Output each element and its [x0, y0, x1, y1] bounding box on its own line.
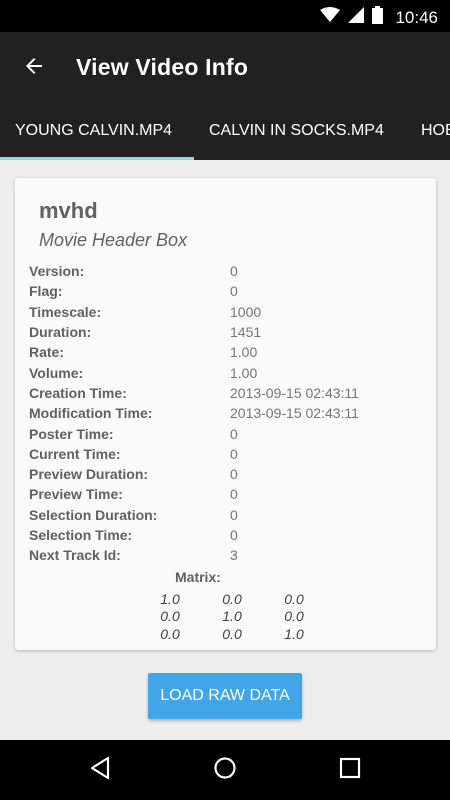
field-label: Preview Duration:	[29, 466, 149, 483]
field-row-current-time: Current Time: 0	[29, 444, 429, 464]
recents-square-icon	[339, 757, 361, 784]
field-label: Preview Time:	[29, 486, 123, 503]
field-list: Version: 0 Flag: 0 Timescale: 1000 Duration…	[29, 261, 429, 565]
arrow-back-icon	[22, 54, 46, 83]
field-value: 1451	[230, 324, 262, 341]
field-row-volume: Volume: 1.00	[29, 362, 429, 382]
app-bar: View Video Info	[0, 32, 450, 102]
field-value: 1.00	[230, 344, 258, 361]
field-label: Selection Duration:	[29, 506, 158, 523]
field-row-preview-time: Preview Time: 0	[29, 484, 429, 504]
matrix-cell: 0.0	[160, 608, 180, 625]
matrix-row: 1.0 0.0 0.0	[139, 590, 325, 608]
field-row-version: Version: 0	[29, 261, 429, 281]
field-label: Rate:	[29, 344, 65, 361]
nav-home-button[interactable]	[207, 752, 243, 788]
nav-back-button[interactable]	[82, 752, 118, 788]
tab-indicator	[0, 157, 194, 160]
matrix-cell: 1.0	[222, 608, 242, 625]
matrix-cell: 0.0	[222, 625, 242, 642]
field-value: 0	[230, 283, 238, 300]
field-value: 1000	[230, 303, 262, 320]
field-label: Poster Time:	[29, 425, 114, 442]
field-value: 1.00	[230, 364, 258, 381]
field-label: Duration:	[29, 324, 92, 341]
field-value: 0	[230, 445, 238, 462]
field-row-timescale: Timescale: 1000	[29, 302, 429, 322]
tab-label: CALVIN IN SOCKS.MP4	[209, 122, 384, 139]
box-description: Movie Header Box	[39, 230, 188, 250]
load-raw-data-button[interactable]: LOAD RAW DATA	[148, 673, 302, 719]
tab-young-calvin[interactable]: YOUNG CALVIN.MP4	[0, 102, 187, 160]
field-label: Modification Time:	[29, 405, 153, 422]
field-value: 2013-09-15 02:43:11	[230, 405, 359, 422]
tab-calvin-in-socks[interactable]: CALVIN IN SOCKS.MP4	[194, 102, 399, 160]
field-row-preview-duration: Preview Duration: 0	[29, 464, 429, 484]
status-bar: 10:46	[0, 0, 450, 32]
field-row-poster-time: Poster Time: 0	[29, 423, 429, 443]
matrix-cell: 1.0	[160, 590, 180, 607]
box-info-card: mvhd Movie Header Box Version: 0 Flag: 0 T…	[15, 178, 436, 650]
field-row-modification-time: Modification Time: 2013-09-15 02:43:11	[29, 403, 429, 423]
field-label: Creation Time:	[29, 384, 127, 401]
field-label: Next Track Id:	[29, 547, 121, 564]
matrix-cell: 1.0	[284, 625, 304, 642]
field-value: 0	[230, 486, 238, 503]
cellular-signal-icon	[348, 7, 365, 28]
back-button[interactable]	[14, 48, 54, 88]
field-value: 0	[230, 425, 238, 442]
back-triangle-icon	[89, 756, 111, 785]
nav-recents-button[interactable]	[332, 752, 368, 788]
file-tabs: YOUNG CALVIN.MP4 CALVIN IN SOCKS.MP4 HOB	[0, 102, 450, 160]
field-row-creation-time: Creation Time: 2013-09-15 02:43:11	[29, 383, 429, 403]
field-value: 0	[230, 466, 238, 483]
status-icons: 10:46	[320, 6, 438, 29]
tab-hob[interactable]: HOB	[406, 102, 450, 160]
field-label: Current Time:	[29, 445, 121, 462]
wifi-icon	[320, 7, 341, 28]
field-row-duration: Duration: 1451	[29, 322, 429, 342]
matrix-row: 0.0 1.0 0.0	[139, 608, 325, 626]
matrix-cell: 0.0	[284, 608, 304, 625]
field-value: 0	[230, 263, 238, 280]
field-row-flag: Flag: 0	[29, 281, 429, 301]
field-row-selection-time: Selection Time: 0	[29, 525, 429, 545]
field-row-rate: Rate: 1.00	[29, 342, 429, 362]
status-time: 10:46	[395, 7, 438, 27]
battery-icon	[372, 6, 384, 29]
field-label: Version:	[29, 263, 85, 280]
box-name: mvhd	[39, 198, 98, 223]
page-title: View Video Info	[76, 54, 249, 80]
matrix-cell: 0.0	[284, 590, 304, 607]
field-value: 0	[230, 527, 238, 543]
matrix-cell: 0.0	[222, 590, 242, 607]
field-label: Volume:	[29, 364, 84, 381]
field-row-selection-duration: Selection Duration: 0	[29, 505, 429, 525]
tab-label: YOUNG CALVIN.MP4	[15, 122, 173, 139]
field-label: Timescale:	[29, 303, 102, 320]
tab-label: HOB	[421, 122, 450, 139]
field-value: 3	[230, 547, 238, 564]
home-circle-icon	[213, 756, 237, 785]
matrix-cell: 0.0	[160, 625, 180, 642]
field-value: 2013-09-15 02:43:11	[230, 384, 359, 401]
matrix-row: 0.0 0.0 1.0	[139, 625, 325, 643]
system-nav-bar	[0, 740, 450, 800]
matrix-label: Matrix:	[175, 569, 221, 585]
field-value: 0	[230, 506, 238, 523]
matrix-grid: 1.0 0.0 0.0 0.0 1.0 0.0 0.0 0.0 1.0	[139, 590, 325, 643]
field-label: Selection Time:	[29, 527, 133, 543]
field-label: Flag:	[29, 283, 63, 300]
field-row-next-track-id: Next Track Id: 3	[29, 545, 429, 565]
